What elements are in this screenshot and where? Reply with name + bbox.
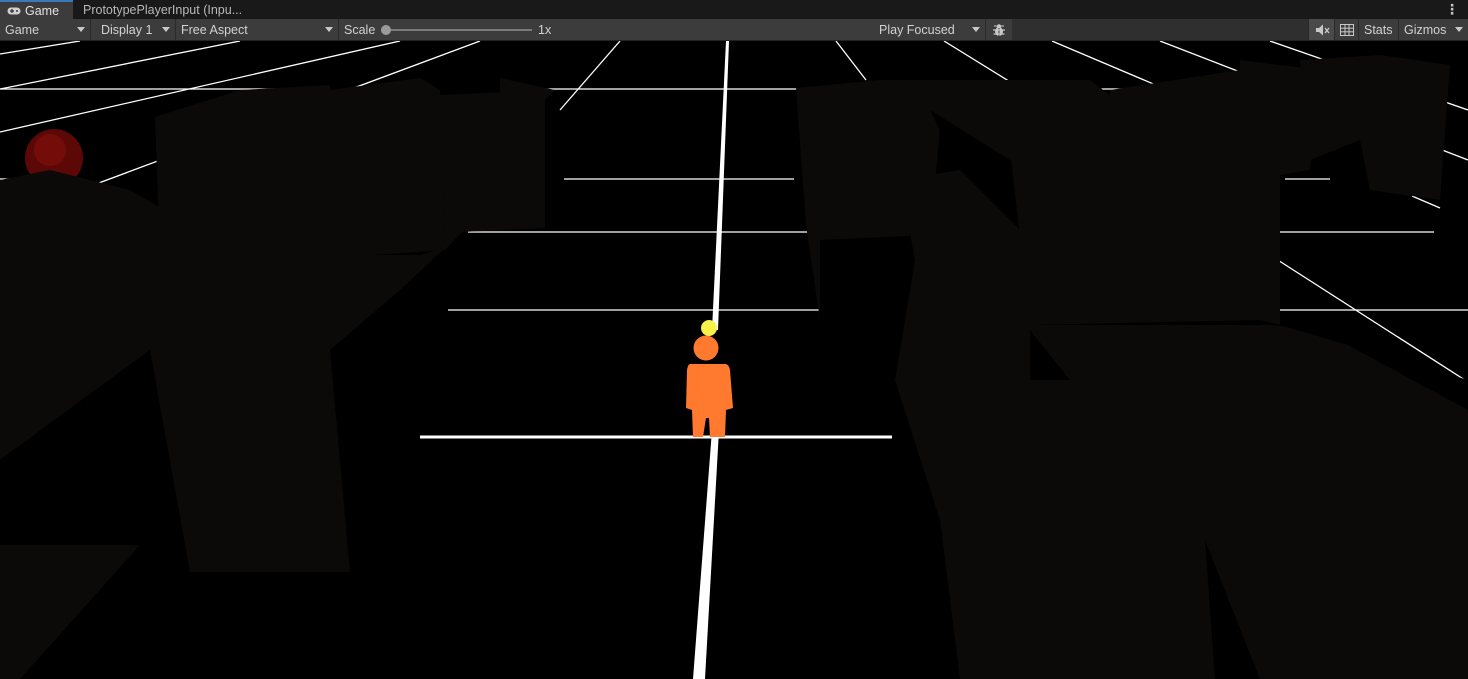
game-scene: [0, 41, 1468, 679]
scale-label: Scale: [339, 19, 379, 40]
player-character: [686, 335, 733, 437]
chevron-down-icon: [325, 27, 333, 32]
aspect-select[interactable]: Free Aspect: [176, 19, 339, 40]
aspect-select-value: Free Aspect: [181, 22, 248, 37]
mute-audio-button[interactable]: [1308, 19, 1334, 40]
unity-game-window: Game PrototypePlayerInput (Inpu... ⋮ Gam…: [0, 0, 1468, 679]
player-marker: [701, 320, 717, 336]
view-select-value: Game: [5, 22, 40, 37]
bug-icon: [993, 23, 1005, 36]
bug-button[interactable]: [986, 19, 1012, 40]
game-viewport[interactable]: [0, 41, 1468, 679]
chevron-down-icon: [77, 27, 85, 32]
display-select-value: Display 1: [101, 22, 153, 37]
stats-label: Stats: [1364, 22, 1393, 37]
display-select[interactable]: Display 1: [96, 19, 176, 40]
grid-icon: [1339, 23, 1354, 36]
chevron-down-icon: [972, 27, 980, 32]
gizmos-label: Gizmos: [1404, 22, 1447, 37]
more-options-icon[interactable]: ⋮: [1445, 2, 1459, 16]
grid-toggle-button[interactable]: [1334, 19, 1358, 40]
scale-slider-track[interactable]: [386, 29, 532, 31]
gizmos-button[interactable]: Gizmos: [1398, 19, 1468, 40]
tab-game[interactable]: Game: [0, 0, 73, 19]
mute-audio-icon: [1315, 24, 1330, 35]
gamepad-icon: [7, 7, 21, 14]
tab-game-label: Game: [25, 3, 60, 18]
toolbar-spacer: [1012, 19, 1308, 40]
scale-label-text: Scale: [344, 22, 376, 37]
scale-value: 1x: [533, 19, 563, 40]
center-path-line: [693, 41, 729, 679]
scale-value-text: 1x: [538, 22, 552, 37]
scale-slider-thumb[interactable]: [381, 25, 391, 35]
tab-prototype-player-input[interactable]: PrototypePlayerInput (Inpu...: [77, 0, 242, 19]
chevron-down-icon: [1455, 27, 1463, 32]
stats-button[interactable]: Stats: [1358, 19, 1398, 40]
tab-strip: Game PrototypePlayerInput (Inpu... ⋮: [0, 0, 1468, 20]
play-mode-select[interactable]: Play Focused: [874, 19, 986, 40]
tab-prototype-label: PrototypePlayerInput (Inpu...: [83, 2, 243, 17]
play-mode-select-value: Play Focused: [879, 22, 955, 37]
chevron-down-icon: [162, 27, 170, 32]
shadow-blocks: [0, 55, 1468, 679]
view-select[interactable]: Game: [0, 19, 91, 40]
